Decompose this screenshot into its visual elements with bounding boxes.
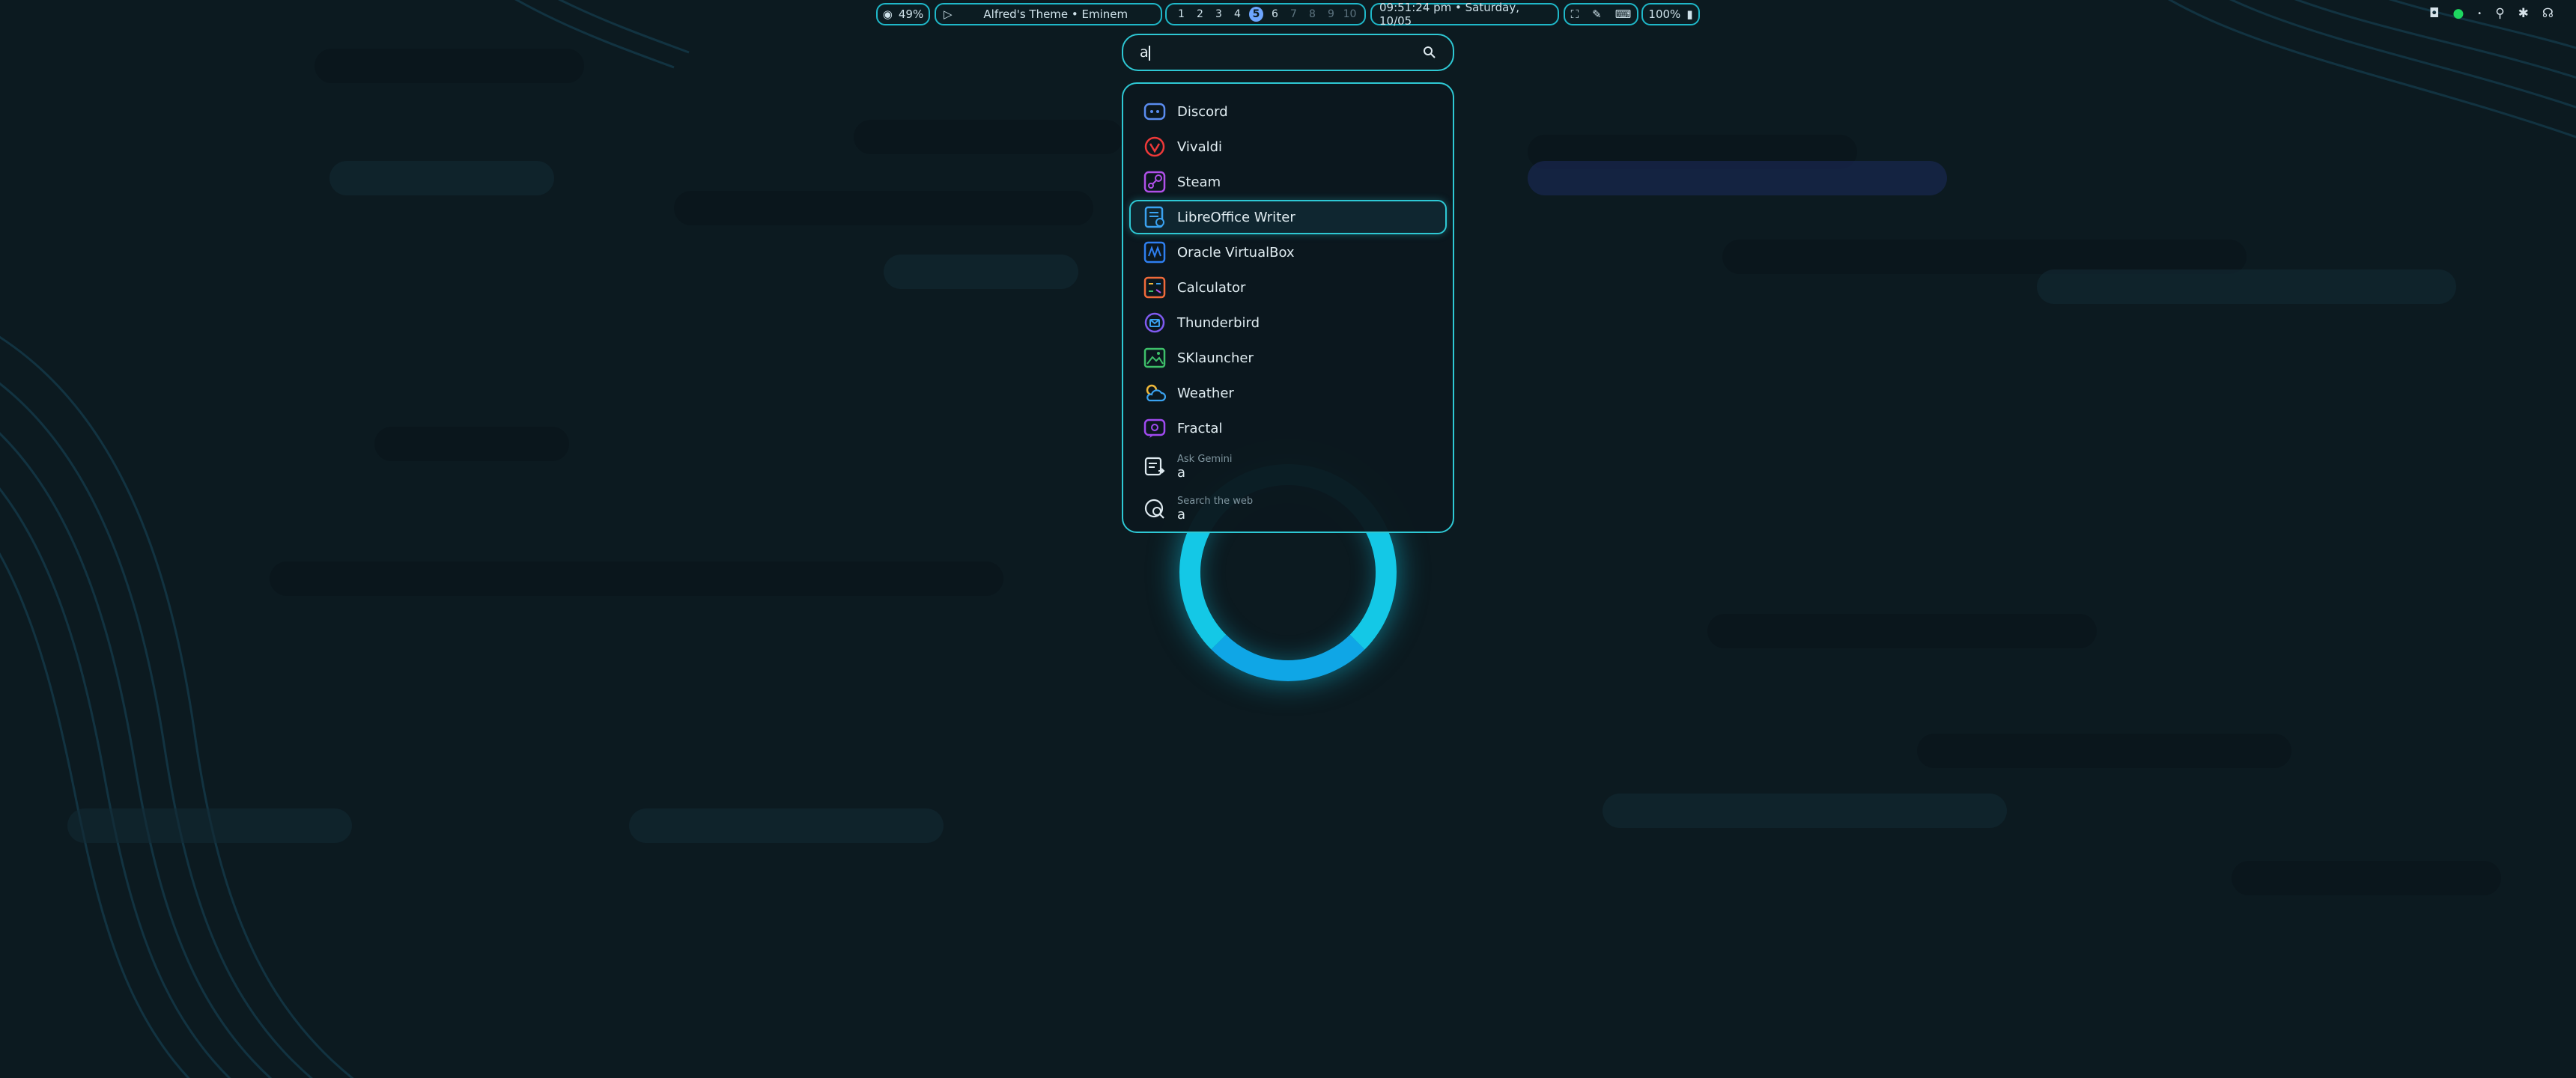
- media-title: Alfred's Theme • Eminem: [983, 7, 1128, 21]
- pen-icon[interactable]: ✎: [1592, 7, 1602, 21]
- action-title: Ask Gemini: [1177, 453, 1233, 465]
- search-input[interactable]: a: [1140, 44, 1149, 61]
- media-widget[interactable]: ▷ Alfred's Theme • Eminem: [935, 3, 1162, 25]
- libreoffice-writer-icon: [1143, 205, 1167, 229]
- weather-icon: [1143, 381, 1167, 405]
- discord-icon: [1143, 100, 1167, 124]
- web-search-icon: [1143, 497, 1167, 521]
- result-label: LibreOffice Writer: [1177, 209, 1295, 225]
- ai-chat-icon: [1143, 455, 1167, 479]
- resource-value: 49%: [898, 7, 924, 21]
- workspace-1[interactable]: 1: [1174, 7, 1188, 22]
- result-vivaldi[interactable]: Vivaldi: [1129, 130, 1447, 164]
- spotify-tray-icon[interactable]: ●: [2452, 6, 2464, 21]
- battery-icon: ▮: [1686, 7, 1693, 21]
- bluetooth-icon[interactable]: ✱: [2518, 6, 2529, 21]
- result-sklauncher[interactable]: SKlauncher: [1129, 341, 1447, 375]
- workspace-10[interactable]: 10: [1343, 7, 1357, 22]
- workspace-6[interactable]: 6: [1268, 7, 1282, 22]
- utility-buttons: ⛶ ✎ ⌨: [1564, 3, 1638, 25]
- result-steam[interactable]: Steam: [1129, 165, 1447, 199]
- text-caret: [1148, 45, 1150, 61]
- workspace-8[interactable]: 8: [1305, 7, 1319, 22]
- result-label: Steam: [1177, 174, 1221, 190]
- result-label: SKlauncher: [1177, 350, 1254, 366]
- result-label: Calculator: [1177, 279, 1246, 296]
- vivaldi-icon: [1143, 135, 1167, 159]
- result-thunderbird[interactable]: Thunderbird: [1129, 305, 1447, 340]
- result-label: Fractal: [1177, 420, 1223, 436]
- workspace-3[interactable]: 3: [1212, 7, 1226, 22]
- clock-text: 09:51:24 pm • Saturday, 10/05: [1379, 1, 1520, 28]
- search-icon: [1424, 46, 1436, 58]
- result-fractal[interactable]: Fractal: [1129, 411, 1447, 445]
- result-label: Discord: [1177, 103, 1228, 120]
- result-label: Vivaldi: [1177, 138, 1223, 155]
- discord-tray-icon[interactable]: ◘: [2429, 6, 2439, 21]
- workspace-switcher: 1 2 3 4 5 6 7 8 9 10: [1165, 3, 1366, 25]
- result-search-web[interactable]: Search the web a: [1129, 488, 1447, 529]
- action-query: a: [1177, 464, 1186, 481]
- cpu-icon: ◉: [882, 7, 893, 21]
- brightness-widget[interactable]: 100% ▮: [1641, 3, 1700, 25]
- sklauncher-icon: [1143, 346, 1167, 370]
- virtualbox-icon: [1143, 240, 1167, 264]
- system-tray: ◘ ● • ⚲ ✱ ☊: [2429, 6, 2554, 21]
- thunderbird-icon: [1143, 311, 1167, 335]
- action-title: Search the web: [1177, 495, 1254, 507]
- headset-icon[interactable]: ☊: [2542, 6, 2554, 21]
- workspace-7[interactable]: 7: [1287, 7, 1301, 22]
- play-icon[interactable]: ▷: [944, 7, 953, 21]
- result-discord[interactable]: Discord: [1129, 94, 1447, 129]
- workspace-5[interactable]: 5: [1249, 7, 1263, 22]
- result-oracle-virtualbox[interactable]: Oracle VirtualBox: [1129, 235, 1447, 270]
- launcher-search-field[interactable]: a: [1122, 34, 1454, 71]
- result-label: Thunderbird: [1177, 314, 1260, 331]
- result-label: Oracle VirtualBox: [1177, 244, 1295, 261]
- workspace-2[interactable]: 2: [1193, 7, 1207, 22]
- workspace-9[interactable]: 9: [1324, 7, 1338, 22]
- network-icon[interactable]: ⚲: [2495, 6, 2504, 21]
- result-weather[interactable]: Weather: [1129, 376, 1447, 410]
- keyboard-icon[interactable]: ⌨: [1615, 7, 1632, 21]
- screenshot-icon[interactable]: ⛶: [1571, 7, 1579, 21]
- steam-icon: [1143, 170, 1167, 194]
- brightness-value: 100%: [1648, 7, 1681, 21]
- workspace-4[interactable]: 4: [1230, 7, 1245, 22]
- action-query: a: [1177, 506, 1186, 523]
- calculator-icon: [1143, 275, 1167, 299]
- result-ask-gemini[interactable]: Ask Gemini a: [1129, 446, 1447, 487]
- fractal-icon: [1143, 416, 1167, 440]
- dot-tray-icon[interactable]: •: [2477, 10, 2482, 18]
- result-calculator[interactable]: Calculator: [1129, 270, 1447, 305]
- resource-indicator[interactable]: ◉ 49%: [876, 3, 930, 25]
- result-label: Weather: [1177, 385, 1234, 401]
- launcher-results-list: Discord Vivaldi Steam LibreOffice Writer…: [1122, 82, 1454, 533]
- result-libreoffice-writer[interactable]: LibreOffice Writer: [1129, 200, 1447, 234]
- clock-widget[interactable]: 09:51:24 pm • Saturday, 10/05: [1370, 1, 1559, 28]
